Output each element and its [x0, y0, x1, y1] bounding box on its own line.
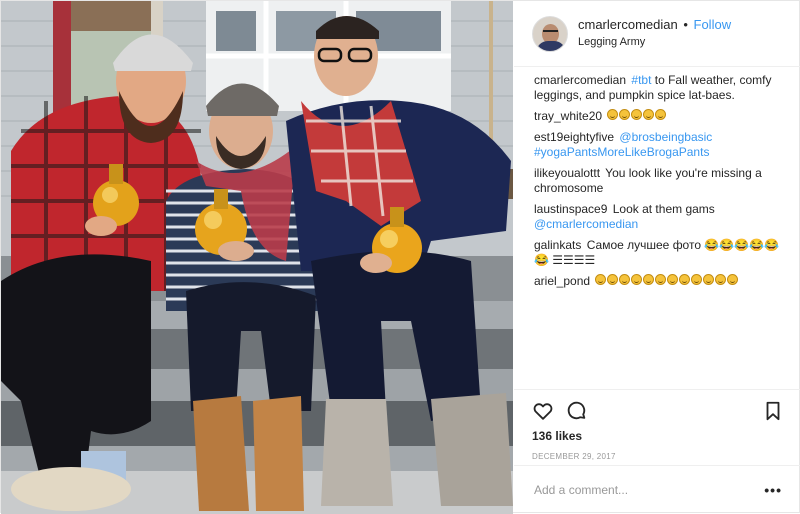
comment-item: galinkats Самое лучшее фото 😂😂😂😂😂😂 ☰☰☰☰ [534, 238, 782, 268]
comment-username[interactable]: laustinspace9 [534, 202, 607, 216]
add-comment-bar: ••• [514, 465, 800, 514]
caption-username[interactable]: cmarlercomedian [534, 73, 626, 87]
comment-mention[interactable]: @cmarlercomedian [534, 217, 638, 231]
comment-hashtag[interactable]: #yogaPantsMoreLikeBrogaPants [534, 145, 709, 159]
comment-item: tray_white20 [534, 109, 782, 124]
post-header: cmarlercomedian • Follow Legging Army [514, 1, 800, 67]
header-username[interactable]: cmarlercomedian [578, 17, 678, 32]
comment-item: laustinspace9 Look at them gams @cmarler… [534, 202, 782, 232]
avatar[interactable] [532, 15, 568, 52]
comment-item: est19eightyfive @brosbeingbasic #yogaPan… [534, 130, 782, 160]
comment-item: ariel_pond [534, 274, 782, 289]
bookmark-icon[interactable] [762, 400, 784, 422]
comments-list: cmarlercomedian #tbt to Fall weather, co… [514, 71, 800, 295]
header-separator: • [683, 17, 688, 32]
post-photo[interactable] [1, 1, 513, 514]
comment-icon[interactable] [566, 400, 588, 422]
comment-item: ilikeyoualottt You look like you're miss… [534, 166, 782, 196]
laughing-emoji-icon [595, 274, 739, 285]
add-comment-input[interactable] [534, 483, 765, 497]
comment-username[interactable]: ariel_pond [534, 274, 590, 288]
follow-button[interactable]: Follow [694, 17, 732, 32]
caption: cmarlercomedian #tbt to Fall weather, co… [534, 73, 782, 103]
comment-username[interactable]: tray_white20 [534, 109, 602, 123]
comment-username[interactable]: galinkats [534, 238, 581, 252]
instagram-post: cmarlercomedian • Follow Legging Army cm… [0, 0, 800, 514]
header-info: cmarlercomedian • Follow Legging Army [578, 17, 731, 50]
post-date: DECEMBER 29, 2017 [532, 452, 616, 461]
post-actions: 136 likes DECEMBER 29, 2017 [514, 389, 800, 461]
likes-count[interactable]: 136 likes [532, 429, 784, 443]
post-side-panel: cmarlercomedian • Follow Legging Army cm… [514, 1, 800, 514]
action-icons [532, 400, 784, 422]
comment-text: Look at them gams [612, 202, 715, 216]
photo-illustration [1, 1, 513, 514]
comment-mention[interactable]: @brosbeingbasic [619, 130, 712, 144]
heart-icon[interactable] [532, 400, 554, 422]
more-options-icon[interactable]: ••• [764, 482, 782, 498]
location-link[interactable]: Legging Army [578, 35, 731, 50]
comment-username[interactable]: est19eightyfive [534, 130, 614, 144]
laughing-emoji-icon [607, 109, 667, 120]
caption-hashtag[interactable]: #tbt [631, 73, 651, 87]
comment-username[interactable]: ilikeyoualottt [534, 166, 600, 180]
